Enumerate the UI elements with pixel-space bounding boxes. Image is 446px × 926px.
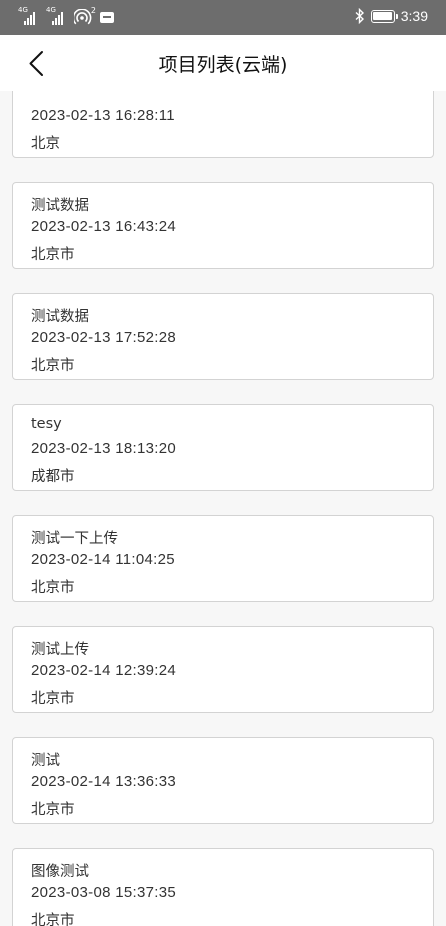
project-name: 测试一下上传	[31, 531, 118, 547]
project-time: 2023-02-13 16:28:11	[31, 107, 175, 124]
project-time: 2023-02-14 12:39:24	[31, 662, 176, 679]
status-icons-right: 3:39	[355, 8, 428, 24]
hotspot-badge: 2	[90, 6, 96, 15]
project-name: 测试	[31, 753, 60, 769]
project-card[interactable]: 测试一下上传 2023-02-14 11:04:25 北京市	[12, 515, 434, 602]
project-city: 北京市	[31, 247, 75, 263]
project-name: 测试上传	[31, 642, 89, 658]
project-card[interactable]: 2023-02-13 16:28:11 北京	[12, 91, 434, 158]
project-name: 测试数据	[31, 309, 89, 325]
project-card[interactable]: 测试 2023-02-14 13:36:33 北京市	[12, 737, 434, 824]
project-city: 北京市	[31, 802, 75, 818]
project-time: 2023-02-14 11:04:25	[31, 551, 175, 568]
project-time: 2023-02-13 16:43:24	[31, 218, 176, 235]
project-name: 图像测试	[31, 864, 89, 880]
project-time: 2023-02-14 13:36:33	[31, 773, 176, 790]
project-city: 北京市	[31, 913, 75, 926]
app-header: 项目列表(云端)	[0, 35, 446, 91]
battery-icon	[370, 9, 398, 23]
project-time: 2023-02-13 17:52:28	[31, 329, 176, 346]
project-city: 北京市	[31, 691, 75, 707]
project-card[interactable]: 测试数据 2023-02-13 16:43:24 北京市	[12, 182, 434, 269]
message-icon	[100, 11, 114, 23]
project-name: 测试数据	[31, 198, 89, 214]
hotspot-icon: 2	[72, 6, 96, 25]
project-list[interactable]: 2023-02-13 16:28:11 北京测试数据 2023-02-13 16:4…	[0, 91, 446, 926]
project-city: 北京	[31, 136, 60, 152]
project-card[interactable]: tesy 2023-02-13 18:13:20 成都市	[12, 404, 434, 491]
clock: 3:39	[400, 8, 428, 24]
page-title: 项目列表(云端)	[158, 54, 288, 76]
project-name: tesy	[31, 416, 62, 432]
signal-icon: 4G	[18, 6, 42, 25]
project-city: 北京市	[31, 358, 75, 374]
project-city: 成都市	[31, 469, 75, 485]
project-card[interactable]: 图像测试 2023-03-08 15:37:35 北京市	[12, 848, 434, 926]
project-card[interactable]: 测试上传 2023-02-14 12:39:24 北京市	[12, 626, 434, 713]
project-list-inner: 2023-02-13 16:28:11 北京测试数据 2023-02-13 16:4…	[12, 91, 434, 926]
project-city: 北京市	[31, 580, 75, 596]
bluetooth-icon	[355, 8, 364, 24]
signal-icon: 4G	[46, 6, 70, 25]
project-time: 2023-03-08 15:37:35	[31, 884, 176, 901]
project-time: 2023-02-13 18:13:20	[31, 440, 176, 457]
status-icons-left: 4G 4G 2	[18, 6, 114, 25]
status-bar: 4G 4G 2 3:39	[0, 0, 446, 35]
project-card[interactable]: 测试数据 2023-02-13 17:52:28 北京市	[12, 293, 434, 380]
